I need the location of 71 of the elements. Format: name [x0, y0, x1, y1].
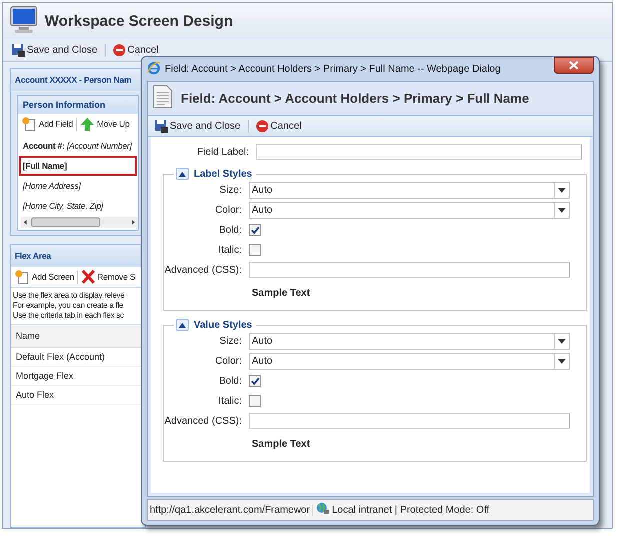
collapse-button[interactable] [176, 319, 189, 331]
checkbox[interactable] [249, 224, 261, 236]
add-document-icon [22, 116, 37, 132]
toolbar-button[interactable]: Add Field [21, 116, 74, 132]
checkbox[interactable] [249, 244, 261, 256]
table-cell: Default Flex (Account) [16, 352, 106, 362]
dropdown-arrow-icon [554, 182, 569, 198]
field-label: Italic: [218, 244, 242, 256]
add-document-icon [15, 270, 30, 284]
browser-icon [147, 60, 161, 78]
caret-up-icon [179, 322, 186, 328]
field-label: Size: [218, 336, 242, 346]
section-title: Person Information [18, 96, 138, 114]
field-row[interactable]: [Home Address] [19, 176, 137, 196]
toolbar-button[interactable]: Save and Close [152, 119, 243, 133]
toolbar-button[interactable]: Move Up [79, 116, 131, 132]
input-field[interactable] [249, 262, 570, 278]
toolbar-button[interactable]: Cancel [254, 120, 304, 132]
input-field[interactable] [249, 413, 570, 429]
description-text: Use the flex area to display releve [13, 291, 125, 301]
dropdown[interactable]: Auto [249, 352, 570, 370]
field-label: Advanced (CSS): [164, 264, 242, 276]
remove-icon [81, 270, 96, 284]
status-url: http://qa1.akcelerant.com/Framewor [148, 504, 314, 516]
close-button[interactable] [554, 57, 594, 74]
sample-text: Sample Text [251, 288, 310, 298]
table-cell: Auto Flex [16, 390, 54, 400]
section-title: Value Styles [194, 320, 252, 330]
section-title: Label Styles [194, 168, 252, 180]
scrollbar[interactable] [18, 216, 138, 230]
field-label: Bold: [218, 224, 242, 236]
field-label: Bold: [218, 376, 242, 386]
field-label: Italic: [218, 396, 242, 406]
dropdown[interactable]: Auto [249, 182, 570, 198]
description-text: Use the criteria tab in each flex sc [13, 311, 124, 321]
sample-text: Sample Text [251, 438, 310, 450]
toolbar-button[interactable]: Save and Close [9, 43, 100, 57]
dropdown-arrow-icon [554, 334, 569, 348]
collapse-button[interactable] [176, 168, 189, 180]
status-zone: Local intranet | Protected Mode: Off [332, 504, 490, 516]
dropdown-arrow-icon [554, 354, 569, 368]
column-header: Name [16, 331, 40, 341]
close-icon [569, 61, 579, 70]
cancel-icon [112, 44, 126, 56]
input-field[interactable] [256, 144, 582, 160]
field-label: Size: [218, 184, 242, 196]
description-text: For example, you can create a fle [13, 301, 124, 311]
dialog-title: Field: Account > Account Holders > Primary > Full Name -- Webpage Dialog [165, 64, 501, 74]
toolbar-button[interactable]: Add Screen [14, 270, 76, 284]
up-arrow-icon [80, 116, 96, 132]
field-label: Color: [214, 356, 242, 366]
field-label: Color: [214, 204, 242, 216]
field-row[interactable]: Account #: [Account Number] [19, 136, 137, 156]
field-label: Field Label: [196, 146, 249, 158]
field-row[interactable]: [Full Name] [19, 156, 137, 176]
dropdown[interactable]: Auto [249, 332, 570, 350]
checkbox[interactable] [249, 395, 261, 407]
cancel-icon [256, 120, 269, 132]
save-icon [11, 43, 25, 57]
field-row[interactable]: [Home City, State, Zip] [19, 196, 137, 216]
window-title: Workspace Screen Design [45, 12, 234, 30]
checkbox[interactable] [249, 375, 261, 387]
table-cell: Mortgage Flex [16, 371, 74, 381]
caret-up-icon [179, 172, 186, 176]
save-icon [154, 119, 168, 133]
field-label: Advanced (CSS): [164, 416, 242, 426]
dialog-heading: Field: Account > Account Holders > Primary > Full Name [181, 91, 530, 106]
toolbar-button[interactable]: Remove S [80, 270, 137, 284]
dropdown[interactable]: Auto [249, 202, 570, 218]
toolbar-button[interactable]: Cancel [110, 44, 161, 56]
dropdown-arrow-icon [554, 202, 569, 218]
